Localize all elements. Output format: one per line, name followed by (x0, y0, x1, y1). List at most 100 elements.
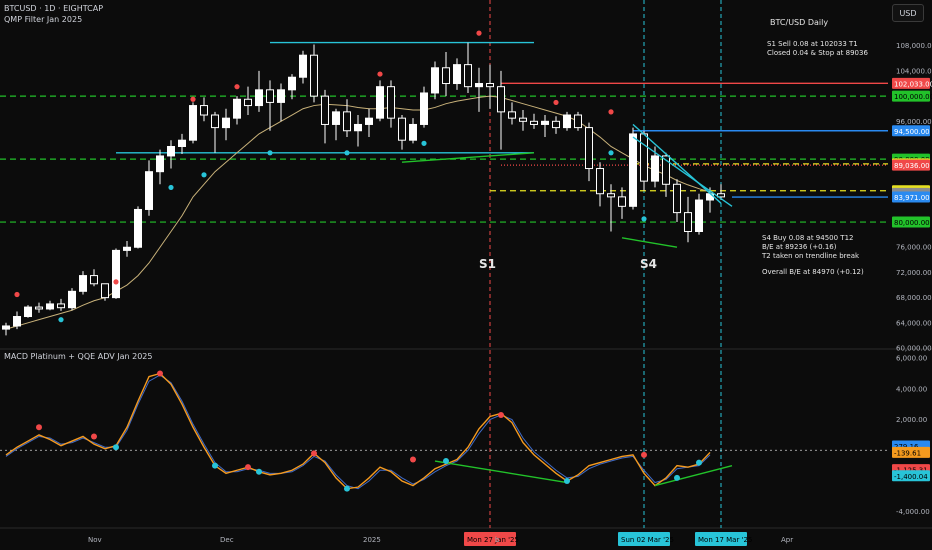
macd-dot (498, 411, 504, 418)
signal-dot (14, 291, 20, 298)
candle-up (376, 86, 384, 119)
candle-down (585, 127, 593, 170)
price-tick-label: 64,000.00 (896, 319, 932, 327)
candle-down (310, 54, 318, 97)
candle-up (332, 111, 340, 125)
macd-dot (410, 456, 416, 463)
price-tick-label: 104,000.00 (896, 67, 932, 75)
candle-up (24, 306, 32, 318)
candle-up (233, 98, 241, 119)
signal-s1-label: S1 (479, 257, 496, 271)
candle-up (178, 139, 186, 147)
signal-dot (608, 150, 614, 156)
price-label-text: 94,500.00 (894, 128, 930, 136)
macd-dot (344, 485, 350, 492)
candle-up (277, 89, 285, 103)
candle-up (453, 64, 461, 85)
macd-dot (212, 462, 218, 469)
signal-dot (113, 279, 119, 285)
lower-indicator-title: MACD Platinum + QQE ADV Jan 2025 (4, 352, 153, 361)
price-label-text: 100,000.00 (894, 93, 932, 101)
macd-trendline (434, 460, 568, 484)
macd-line (5, 372, 711, 490)
signal-dot (190, 96, 196, 102)
signal-dot (58, 317, 64, 323)
candle-down (574, 114, 582, 129)
candle-down (343, 111, 351, 132)
macd-dot (311, 450, 317, 457)
candle-up (563, 114, 571, 129)
signal-dot (234, 84, 240, 90)
symbol-title: BTCUSD · 1D · EIGHTCAP (4, 4, 104, 13)
candle-up (431, 67, 439, 94)
signal-dot (608, 109, 614, 115)
candle-up (13, 316, 21, 327)
candle-down (673, 183, 681, 214)
signal-s4-label: S4 (640, 257, 657, 271)
trendline (621, 237, 678, 248)
be-note: Overall B/E at 84970 (+0.12) (762, 268, 864, 276)
candle-down (57, 303, 65, 309)
s4-note-line: S4 Buy 0.08 at 94500 T12 (762, 234, 854, 242)
candle-up (68, 290, 76, 309)
price-label-text: 83,971.00 (894, 194, 930, 202)
candle-up (222, 117, 230, 129)
s4-note-line: T2 taken on trendline break (762, 252, 860, 260)
candle-up (651, 155, 659, 182)
signal-dot (553, 99, 559, 106)
indicator-title: QMP Filter Jan 2025 (4, 15, 83, 24)
macd-dot (443, 458, 449, 465)
s1-note-line: S1 Sell 0.08 at 102033 T1 (767, 40, 858, 48)
macd-dot (157, 370, 163, 377)
signal-dot (267, 150, 273, 156)
price-tick-label: 108,000.00 (896, 42, 932, 50)
macd-dot (91, 433, 97, 440)
candle-up (123, 246, 131, 251)
candle-up (189, 105, 197, 141)
macd-signal-line (5, 374, 711, 490)
candle-up (354, 123, 362, 132)
candle-down (35, 306, 43, 310)
time-axis-label: Apr (781, 536, 793, 544)
macd-dot (245, 464, 251, 471)
trendline (401, 152, 535, 163)
macd-dot (113, 444, 119, 451)
candle-up (167, 145, 175, 157)
macd-tick-label: 4,000.00 (896, 385, 927, 393)
signal-dot (168, 184, 174, 191)
s1-note-line: Closed 0.04 & Stop at 89036 (767, 49, 868, 57)
candle-down (640, 133, 648, 182)
candle-up (255, 89, 263, 107)
macd-label-text: -1,400.04 (894, 473, 928, 481)
candle-up (541, 120, 549, 125)
candle-down (497, 86, 505, 113)
candle-up (46, 303, 54, 310)
macd-dot (641, 451, 647, 458)
candle-up (365, 117, 373, 125)
price-label-text: 102,033.00 (894, 80, 932, 88)
candle-down (101, 283, 109, 299)
time-axis-label: Dec (220, 536, 234, 544)
macd-label-text: -139.61 (894, 449, 921, 457)
price-tick-label: 68,000.00 (896, 294, 932, 302)
candle-up (695, 199, 703, 233)
candle-down (552, 120, 560, 129)
signal-dot (344, 150, 350, 156)
macd-tick-label: -4,000.00 (896, 508, 930, 516)
currency-button[interactable]: USD (892, 4, 924, 22)
candle-up (288, 76, 296, 91)
signal-dot (476, 30, 482, 36)
time-axis-label: 2025 (363, 536, 381, 544)
candle-up (409, 123, 417, 141)
candle-down (607, 193, 615, 198)
candle-down (442, 67, 450, 85)
candle-down (508, 111, 516, 119)
price-tick-label: 60,000.00 (896, 345, 932, 353)
s4-note-line: B/E at 89236 (+0.16) (762, 243, 837, 251)
signal-dot (421, 140, 427, 146)
macd-dot (256, 468, 262, 475)
candle-down (200, 105, 208, 116)
price-label-text: 89,036.00 (894, 162, 930, 170)
time-axis-label: Mon 17 Mar '25 (698, 536, 752, 544)
price-tick-label: 76,000.00 (896, 244, 932, 252)
